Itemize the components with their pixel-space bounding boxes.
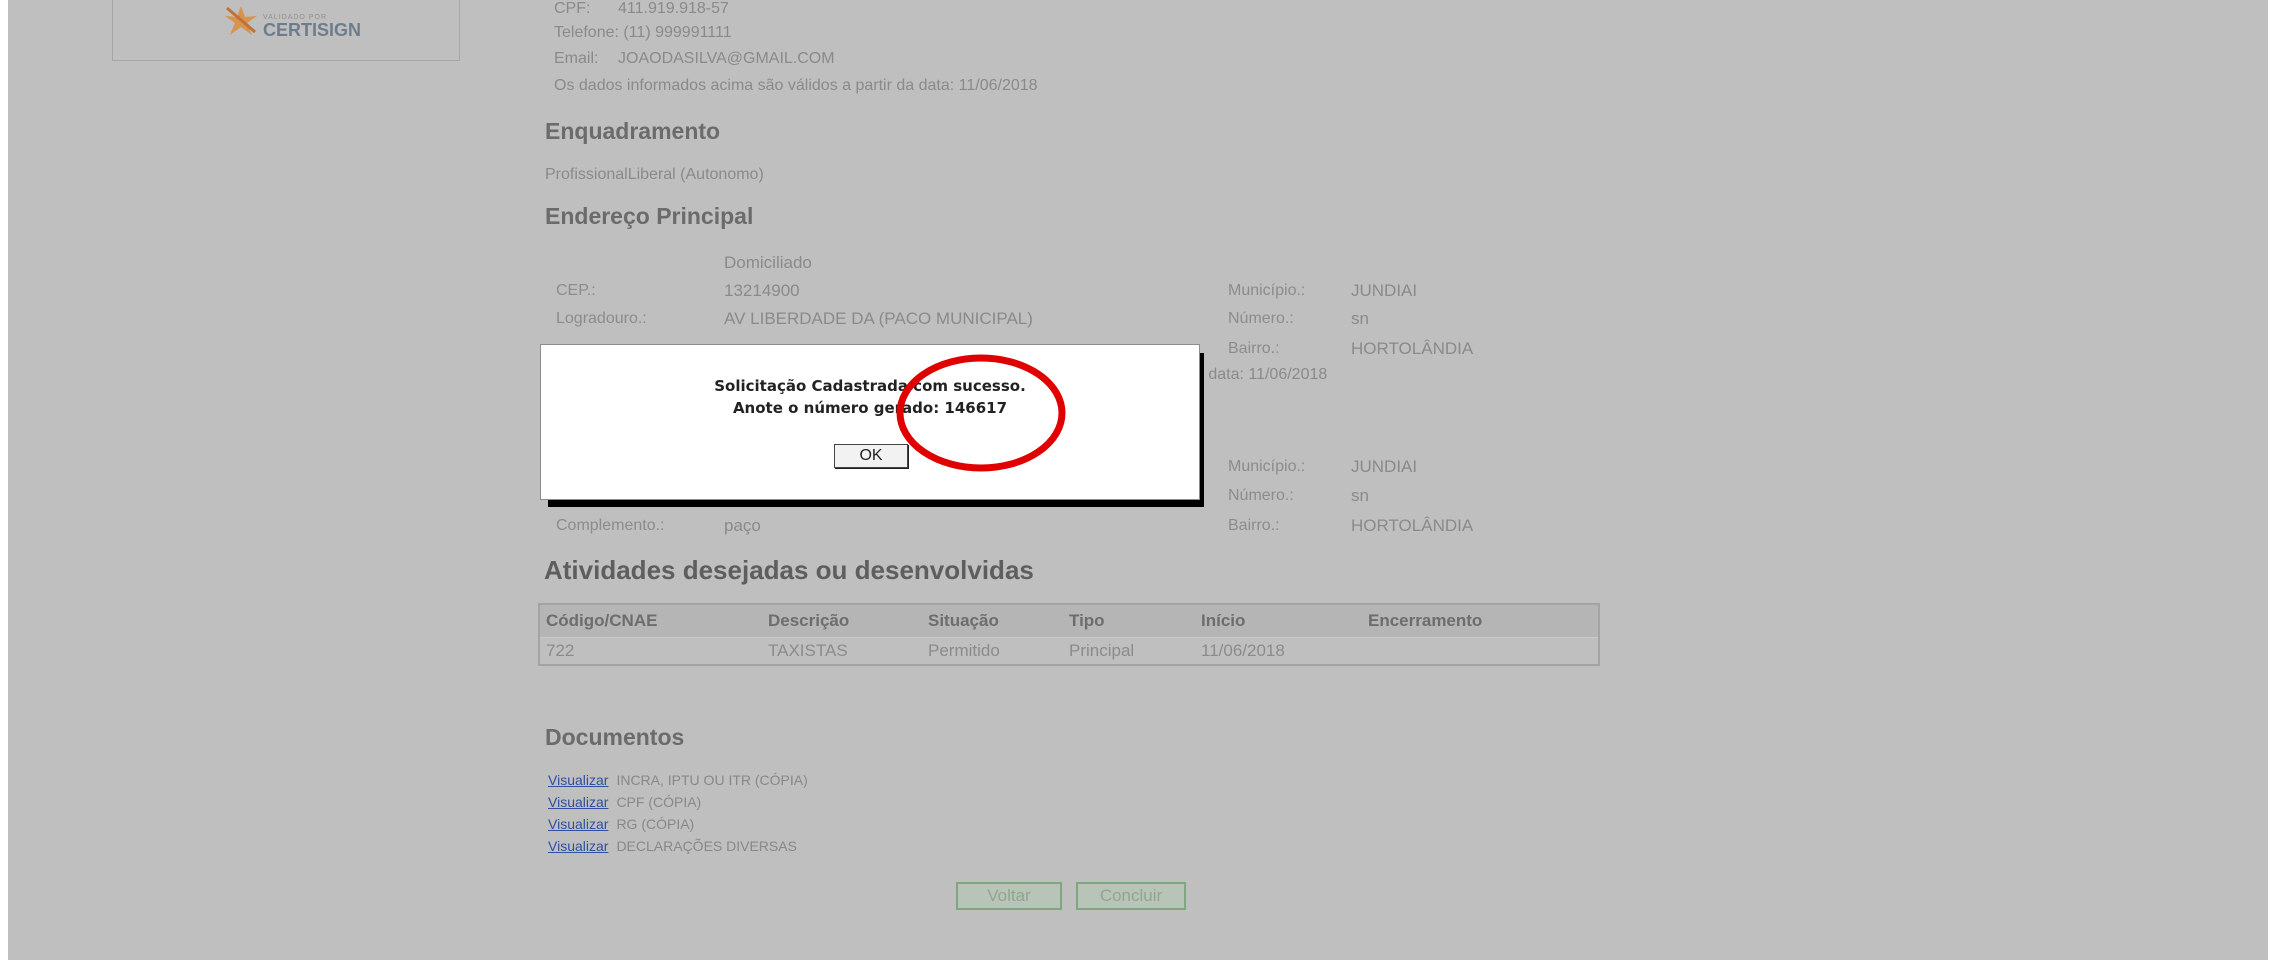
column-header: Tipo	[1063, 604, 1195, 638]
table-cell: Principal	[1063, 637, 1195, 665]
ok-button[interactable]: OK	[834, 444, 908, 468]
visualizar-link[interactable]: Visualizar	[548, 794, 608, 810]
table-cell: Permitido	[922, 637, 1063, 665]
municipio-value: JUNDIAI	[1351, 281, 1418, 300]
column-header: Descrição	[762, 604, 922, 638]
dialog-message-line2: Anote o número gerado: 146617	[732, 399, 1008, 417]
document-name: INCRA, IPTU OU ITR (CÓPIA)	[616, 772, 808, 788]
table-header-row: Código/CNAE Descrição Situação Tipo Iníc…	[539, 604, 1599, 638]
numero-label: Número.:	[1228, 310, 1294, 327]
numero-value: sn	[1351, 309, 1369, 328]
column-header: Encerramento	[1362, 604, 1599, 638]
section-title-endereco-principal: Endereço Principal	[545, 203, 754, 229]
table-cell: 11/06/2018	[1195, 637, 1362, 665]
concluir-button[interactable]: Concluir	[1076, 882, 1186, 910]
complemento-value: paço	[724, 516, 761, 535]
enquadramento-value: ProfissionalLiberal (Autonomo)	[545, 166, 764, 183]
cpf-label: CPF:	[554, 0, 591, 17]
document-list-item: Visualizar DECLARAÇÕES DIVERSAS	[548, 838, 797, 856]
certisign-logo-box: VALIDADO POR CERTISIGN	[112, 0, 460, 61]
municipio-label-2: Município.:	[1228, 458, 1306, 475]
bairro-value-2: HORTOLÂNDIA	[1351, 516, 1474, 535]
column-header: Situação	[922, 604, 1063, 638]
cep-value: 13214900	[724, 281, 800, 300]
bairro-label-2: Bairro.:	[1228, 517, 1280, 534]
municipio-value-2: JUNDIAI	[1351, 457, 1418, 476]
section-title-documentos: Documentos	[545, 724, 685, 750]
table-cell: TAXISTAS	[762, 637, 922, 665]
column-header: Início	[1195, 604, 1362, 638]
table-cell: 722	[539, 637, 762, 665]
table-row: 722 TAXISTAS Permitido Principal 11/06/2…	[539, 637, 1599, 665]
column-header: Código/CNAE	[539, 604, 762, 638]
valid-note: Os dados informados acima são válidos a …	[554, 77, 1038, 94]
document-name: RG (CÓPIA)	[616, 816, 695, 832]
logradouro-value: AV LIBERDADE DA (PACO MUNICIPAL)	[724, 309, 1033, 328]
page-background: VALIDADO POR CERTISIGN CPF: 411.919.918-…	[8, 0, 2268, 960]
bairro-value: HORTOLÂNDIA	[1351, 339, 1474, 358]
document-name: CPF (CÓPIA)	[616, 794, 702, 810]
municipio-label: Município.:	[1228, 282, 1306, 299]
document-name: DECLARAÇÕES DIVERSAS	[616, 838, 797, 854]
section-title-enquadramento: Enquadramento	[545, 118, 721, 144]
section-title-atividades: Atividades desejadas ou desenvolvidas	[544, 555, 1034, 585]
logradouro-label: Logradouro.:	[556, 310, 647, 327]
alert-dialog: Solicitação Cadastrada com sucesso. Anot…	[540, 344, 1200, 500]
complemento-label: Complemento.:	[556, 517, 665, 534]
visualizar-link[interactable]: Visualizar	[548, 838, 608, 854]
visualizar-link[interactable]: Visualizar	[548, 772, 608, 788]
document-list-item: Visualizar INCRA, IPTU OU ITR (CÓPIA)	[548, 772, 808, 790]
endereco-valid-fragment: a data: 11/06/2018	[1195, 366, 1328, 383]
dialog-message-line1: Solicitação Cadastrada com sucesso.	[714, 377, 1026, 395]
email-label: Email:	[554, 50, 599, 67]
logo-brand-text: CERTISIGN	[263, 20, 362, 40]
cpf-value: 411.919.918-57	[618, 0, 729, 17]
bairro-label: Bairro.:	[1228, 340, 1280, 357]
table-cell	[1362, 637, 1599, 665]
document-list-item: Visualizar CPF (CÓPIA)	[548, 794, 701, 812]
telefone-text: Telefone: (11) 999991111	[554, 24, 732, 41]
certisign-star-icon	[225, 6, 257, 35]
cep-label: CEP.:	[556, 282, 596, 299]
numero-value-2: sn	[1351, 486, 1369, 505]
endereco-tipo: Domiciliado	[724, 253, 812, 272]
document-list-item: Visualizar RG (CÓPIA)	[548, 816, 694, 834]
voltar-button[interactable]: Voltar	[956, 882, 1062, 910]
numero-label-2: Número.:	[1228, 487, 1294, 504]
email-value: JOAODASILVA@GMAIL.COM	[618, 50, 835, 67]
visualizar-link[interactable]: Visualizar	[548, 816, 608, 832]
atividades-table: Código/CNAE Descrição Situação Tipo Iníc…	[538, 603, 1600, 666]
